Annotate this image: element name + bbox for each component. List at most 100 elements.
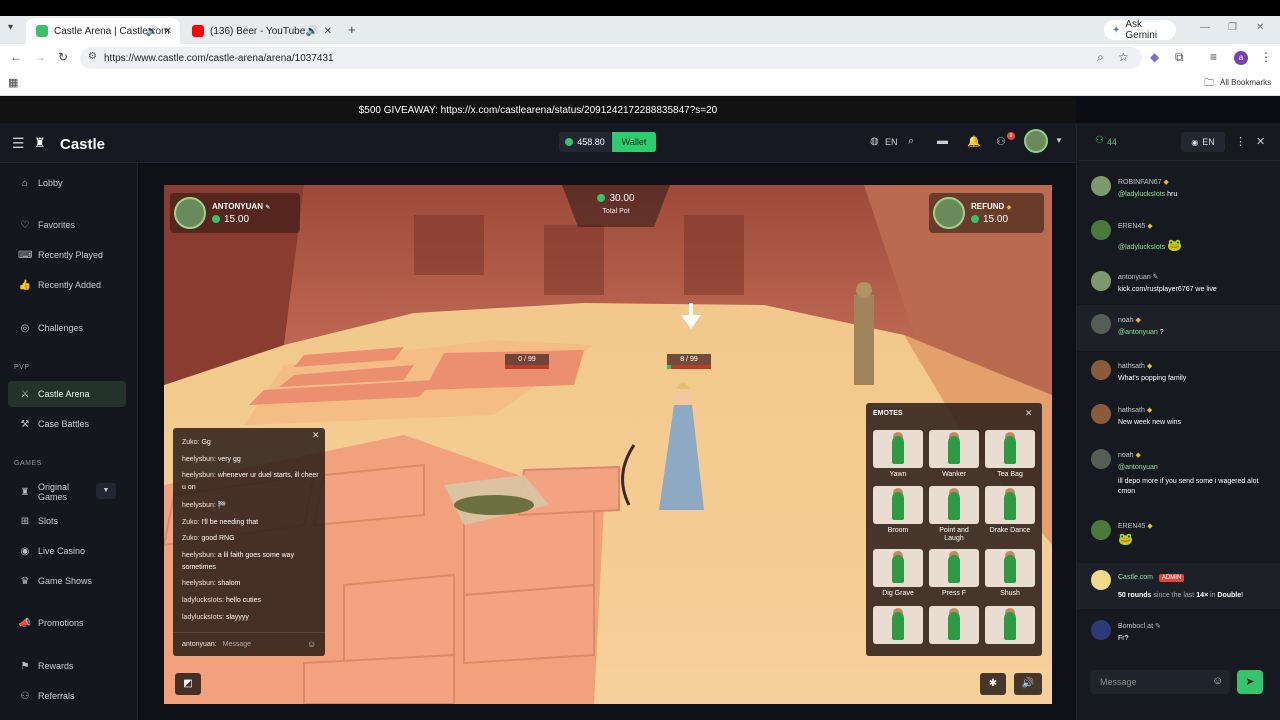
sidebar-item-challenges[interactable]: ◎ Challenges <box>8 315 126 341</box>
chat-line: heelysbun: 🏁 <box>182 500 320 512</box>
close-window-icon[interactable]: ✕ <box>1256 22 1264 33</box>
sidebar-item-label: Castle Arena <box>38 389 90 399</box>
emote-toggle-button[interactable]: ✱ <box>980 673 1006 695</box>
sidebar-item-recently-added[interactable]: 👍 Recently Added <box>8 272 126 298</box>
chat-text: New week new wins <box>1118 419 1182 426</box>
chat-text: ill depo more if you send some i wagered… <box>1118 478 1259 495</box>
close-emotes-icon[interactable]: ✕ <box>1025 408 1033 419</box>
url-input[interactable]: ⚙ https://www.castle.com/castle-arena/ar… <box>80 47 1142 69</box>
zoom-icon[interactable]: ⌕ <box>1097 50 1104 65</box>
chat-mention[interactable]: @ladylucksIots <box>1118 244 1165 251</box>
close-chat-panel-icon[interactable]: ✕ <box>1256 135 1265 148</box>
chat-msg: I'll be needing that <box>201 519 259 526</box>
sidebar-item-live-casino[interactable]: ◉ Live Casino <box>8 538 126 564</box>
back-icon[interactable]: ← <box>10 50 22 64</box>
restore-icon[interactable]: ❐ <box>1228 22 1237 33</box>
chat-mention[interactable]: @ladylucksIots <box>1118 191 1165 198</box>
sidebar-item-recently-played[interactable]: ⌨ Recently Played <box>8 242 126 268</box>
new-tab-icon[interactable]: + <box>348 22 356 37</box>
game-chat-input[interactable]: antonyuan: Message ☺ <box>173 632 325 656</box>
ask-gemini-button[interactable]: ✦ Ask Gemini <box>1104 19 1176 41</box>
extension-icon[interactable]: ◆ <box>1150 50 1159 64</box>
user-avatar[interactable] <box>1024 129 1048 153</box>
sidebar-item-slots[interactable]: ⊞ Slots <box>8 508 126 534</box>
chat-message: antonyuan ✎ kick.com/rustplayer6767 we l… <box>1077 271 1280 307</box>
sidebar-item-referrals[interactable]: ⚇ Referrals <box>8 683 126 709</box>
sidebar-item-label: Referrals <box>38 691 75 701</box>
sidebar-item-original-games[interactable]: ♜ Original Games ▼ <box>8 477 126 507</box>
sound-toggle-button[interactable]: 🔊 <box>1014 673 1042 695</box>
chat-message-input[interactable]: Message ☺ <box>1090 670 1230 694</box>
globe-icon[interactable]: ◍ <box>870 136 879 147</box>
chat-line: Zuko: good RNG <box>182 533 320 545</box>
bookmark-star-icon[interactable]: ☆ <box>1118 50 1129 64</box>
media-icon[interactable]: ≡ <box>1210 50 1217 64</box>
close-tab-icon[interactable]: ✕ <box>164 26 172 37</box>
emote-point-and-laugh[interactable]: Point and Laugh <box>929 486 979 544</box>
emote-yawn[interactable]: Yawn <box>873 430 923 488</box>
user-group-icon[interactable]: ⚇ <box>996 135 1006 148</box>
emote-wanker[interactable]: Wanker <box>929 430 979 488</box>
browser-menu-icon[interactable]: ⋮ <box>1260 50 1272 64</box>
sidebar-item-rewards[interactable]: ⚑ Rewards <box>8 653 126 679</box>
speaker-icon[interactable]: 🔊 <box>306 26 318 37</box>
chat-mention[interactable]: @antonyuan <box>1118 464 1158 471</box>
giveaway-banner[interactable]: $500 GIVEAWAY: https://x.com/castlearena… <box>0 97 1076 123</box>
emote-drake-dance[interactable]: Drake Dance <box>985 486 1035 544</box>
profile-avatar[interactable]: a <box>1234 51 1248 65</box>
chat-text: 🐸 <box>1118 532 1133 546</box>
speaker-icon: 🔊 <box>1021 678 1035 689</box>
emoji-icon[interactable]: ☺ <box>307 639 316 649</box>
forward-icon[interactable]: → <box>34 50 46 64</box>
chat-menu-icon[interactable]: ⋮ <box>1235 135 1246 148</box>
reload-icon[interactable]: ↻ <box>58 50 68 64</box>
wallet-button[interactable]: Wallet <box>612 132 656 152</box>
extensions-puzzle-icon[interactable]: ⧉ <box>1175 50 1184 65</box>
site-header: ☰ ♜ Castle 458.80 Wallet ◍ EN ⌕ ▬ 🔔 ⚇ 9 … <box>0 123 1076 163</box>
gift-icon: ⚑ <box>20 660 30 672</box>
sidebar-item-promotions[interactable]: 📣 Promotions <box>8 610 126 636</box>
chat-text: Double <box>1217 592 1242 599</box>
sidebar-item-game-shows[interactable]: ♛ Game Shows <box>8 568 126 594</box>
minimize-icon[interactable]: — <box>1200 22 1210 33</box>
apps-grid-icon[interactable]: ▦ <box>8 76 18 89</box>
chat-icon[interactable]: ▬ <box>937 135 948 147</box>
chat-mention[interactable]: @antonyuan <box>1118 329 1158 336</box>
emote-tea-bag[interactable]: Tea Bag <box>985 430 1035 488</box>
emote-press-f[interactable]: Press F <box>929 549 979 607</box>
sidebar-item-case-battles[interactable]: ⚒ Case Battles <box>8 411 126 437</box>
speaker-icon[interactable]: 🔊 <box>146 26 158 37</box>
emote-shush[interactable]: Shush <box>985 549 1035 607</box>
tab-youtube[interactable]: (136) Beer - YouTube 🔊 ✕ <box>182 18 340 44</box>
chat-message: noah ◆ @antonyuan ? <box>1077 314 1280 350</box>
emoji-icon[interactable]: ☺ <box>1212 675 1223 687</box>
hamburger-menu-icon[interactable]: ☰ <box>12 135 25 152</box>
emote-dig-grave[interactable]: Dig Grave <box>873 549 923 607</box>
emote-more[interactable] <box>873 606 923 656</box>
emote-more[interactable] <box>985 606 1035 656</box>
sidebar-item-castle-arena[interactable]: ⚔ Castle Arena <box>8 381 126 407</box>
emote-broom[interactable]: Broom <box>873 486 923 544</box>
search-icon[interactable]: ⌕ <box>908 135 914 148</box>
close-tab-icon[interactable]: ✕ <box>324 26 332 37</box>
tab-castle-arena[interactable]: Castle Arena | Castle.com 🔊 ✕ <box>26 18 180 44</box>
chevron-down-icon[interactable]: ▼ <box>1055 136 1063 145</box>
avatar <box>1091 220 1111 240</box>
bell-icon[interactable]: 🔔 <box>967 135 981 148</box>
chat-username: noah <box>1118 452 1134 459</box>
emote-label: Dig Grave <box>882 590 914 597</box>
send-message-button[interactable]: ➤ <box>1237 670 1263 694</box>
chat-text: since the last <box>1151 592 1197 599</box>
tab-search-icon[interactable]: ▾ <box>8 22 13 33</box>
emote-more[interactable] <box>929 606 979 656</box>
sidebar-item-label: Rewards <box>38 661 74 671</box>
language-selector[interactable]: EN <box>885 137 898 147</box>
all-bookmarks-link[interactable]: All Bookmarks <box>1220 78 1271 87</box>
chat-language-selector[interactable]: ◉ EN <box>1181 132 1225 152</box>
expand-chevron-icon[interactable]: ▼ <box>96 483 116 499</box>
site-info-icon[interactable]: ⚙ <box>88 51 97 62</box>
sidebar-item-favorites[interactable]: ♡ Favorites <box>8 212 126 238</box>
sidebar-item-lobby[interactable]: ⌂ Lobby <box>8 170 126 196</box>
chat-toggle-button[interactable]: ◩ <box>175 673 201 695</box>
site-logo[interactable]: Castle <box>60 136 105 153</box>
